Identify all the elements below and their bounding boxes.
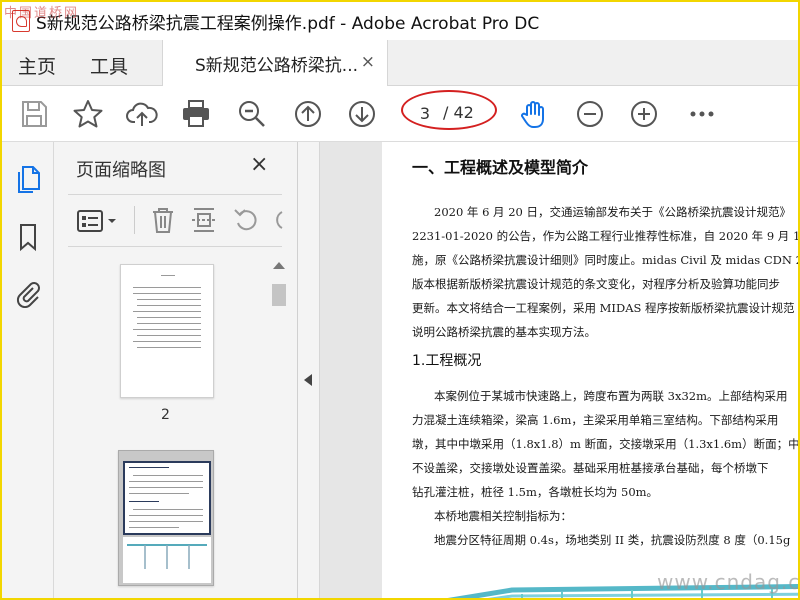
extract-pages-icon[interactable] [190, 206, 218, 234]
zoom-in-icon[interactable] [628, 98, 660, 130]
zoom-search-icon[interactable] [236, 98, 268, 130]
page-down-icon[interactable] [346, 98, 378, 130]
document-page: 一、工程概述及模型简介 2020 年 6 月 20 日，交通运输部发布关于《公路… [382, 142, 798, 598]
tab-document-label: S新规范公路桥梁抗... [195, 55, 359, 76]
section-heading: 一、工程概述及模型简介 [412, 158, 589, 177]
paragraph-line: 版本根据新版桥梁抗震设计规范的条文变化，对程序分析及验算功能同步 [412, 277, 780, 291]
paragraph-line: 2020 年 6 月 20 日，交通运输部发布关于《公路桥梁抗震设计规范》 [434, 205, 791, 219]
options-menu-icon[interactable] [76, 208, 120, 234]
save-icon[interactable] [18, 98, 50, 130]
more-icon[interactable] [686, 98, 718, 130]
paragraph-line: 本案例位于某城市快速路上，跨度布置为两联 3x32m。上部结构采用 [434, 389, 788, 403]
paragraph-line: 说明公路桥梁抗震的基本实现方法。 [412, 325, 596, 339]
thumbnail-label: 2 [161, 407, 170, 423]
divider [134, 206, 135, 234]
paragraph-line: 地震分区特征周期 0.4s，场地类别 II 类，抗震设防烈度 8 度（0.15g [434, 533, 791, 547]
tab-home[interactable]: 主页 [18, 52, 56, 79]
paragraph-line: 钻孔灌注桩，桩径 1.5m，各墩桩长均为 50m。 [412, 485, 659, 499]
highlight-oval [401, 90, 497, 130]
left-rail [2, 142, 54, 598]
thumbnail-page[interactable] [120, 264, 214, 398]
rotate-icon[interactable] [232, 206, 260, 234]
watermark-top-left: 中国道桥网 [4, 6, 80, 21]
thumbnail-scrollbar[interactable] [272, 260, 286, 598]
pages-icon[interactable] [14, 164, 42, 194]
page-navigator: / 42 [401, 90, 497, 130]
thumbnail-panel: 页面缩略图 × 2 [54, 142, 298, 598]
upload-icon[interactable] [126, 98, 158, 130]
delete-icon[interactable] [150, 206, 176, 234]
print-icon[interactable] [180, 98, 212, 130]
star-icon[interactable] [72, 98, 104, 130]
paragraph-line: 不设盖梁，交接墩处设置盖梁。基础采用桩基接承台基础，每个桥墩下 [412, 461, 769, 475]
hand-icon[interactable] [518, 98, 550, 130]
paragraph-line: 更新。本文将结合一工程案例，采用 MIDAS 程序按新版桥梁抗震设计规范 [412, 301, 795, 315]
collapse-arrow-icon[interactable] [304, 374, 312, 386]
paragraph-line: 施，原《公路桥梁抗震设计细则》同时废止。midas Civil 及 midas … [412, 253, 798, 267]
divider [68, 194, 282, 195]
page-up-icon[interactable] [292, 98, 324, 130]
window-title: S新规范公路桥梁抗震工程案例操作.pdf - Adobe Acrobat Pro… [36, 13, 540, 34]
panel-title: 页面缩略图 [76, 160, 166, 181]
tab-tools[interactable]: 工具 [90, 52, 128, 79]
tab-close-icon[interactable]: × [361, 52, 375, 72]
tab-bar: 主页 工具 S新规范公路桥梁抗... × [2, 40, 798, 86]
zoom-out-icon[interactable] [574, 98, 606, 130]
document-area[interactable]: 一、工程概述及模型简介 2020 年 6 月 20 日，交通运输部发布关于《公路… [320, 142, 798, 598]
title-bar: S新规范公路桥梁抗震工程案例操作.pdf - Adobe Acrobat Pro… [2, 2, 798, 40]
bookmark-icon[interactable] [14, 222, 42, 252]
paragraph-line: 2231-01-2020 的公告，作为公路工程行业推荐性标准，自 2020 年 … [412, 229, 798, 243]
panel-close-icon[interactable]: × [250, 152, 268, 177]
app-window: S新规范公路桥梁抗震工程案例操作.pdf - Adobe Acrobat Pro… [0, 0, 800, 600]
paragraph-line: 力混凝土连续箱梁，梁高 1.6m，主梁采用单箱三室结构。下部结构采用 [412, 413, 779, 427]
panel-toolbar [68, 202, 288, 240]
toolbar [2, 86, 798, 142]
bridge-thumbnail-icon [127, 544, 207, 569]
paragraph-line: 本桥地震相关控制指标为： [434, 509, 572, 523]
thumbnail-page-selected[interactable] [118, 450, 214, 586]
rotate-right-icon[interactable] [272, 206, 286, 234]
paragraph-line: 墩，其中中墩采用（1.8x1.8）m 断面，交接墩采用（1.3x1.6m）断面；… [412, 437, 798, 451]
scrollbar-thumb[interactable] [272, 284, 286, 306]
attachment-icon[interactable] [14, 278, 42, 308]
subheading: 1.工程概况 [412, 353, 482, 369]
divider [68, 246, 282, 247]
panel-collapse-handle[interactable] [298, 142, 320, 598]
watermark-bottom-right: www.cndag.com [657, 570, 800, 594]
scroll-up-arrow[interactable] [273, 262, 285, 269]
tab-document[interactable]: S新规范公路桥梁抗... × [162, 40, 388, 86]
